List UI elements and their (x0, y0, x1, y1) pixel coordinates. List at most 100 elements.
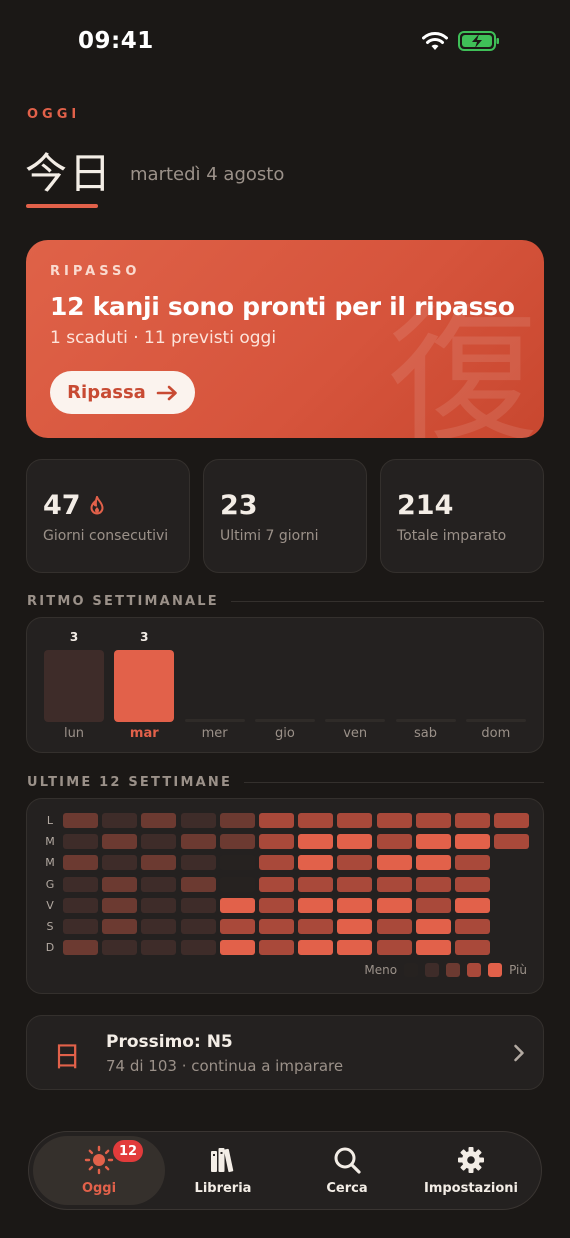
heatmap-cell (180, 813, 216, 828)
heatmap-card: Meno Più LMMGVSD (26, 798, 544, 994)
tab-label: Impostazioni (423, 1181, 518, 1196)
week-day-bar (395, 719, 456, 722)
stat-value: 214 (397, 490, 453, 521)
stat-label: Ultimi 7 giorni (220, 528, 319, 544)
heatmap-row-label: G (45, 877, 55, 891)
date-label: martedì 4 agosto (130, 164, 285, 185)
tab-label: Cerca (326, 1181, 368, 1196)
heatmap-cell (102, 919, 138, 934)
notification-badge: 12 (113, 1140, 144, 1162)
heatmap-cell (102, 855, 138, 871)
heatmap-cell (259, 897, 294, 913)
week-day-bar (114, 650, 175, 722)
heatmap-section-title: ULTIME 12 SETTIMANE (27, 775, 233, 790)
heatmap-cell (63, 813, 98, 828)
heatmap-cell (455, 940, 490, 956)
section-divider (230, 601, 544, 602)
heatmap-cell (102, 834, 138, 850)
review-button[interactable]: Ripassa (50, 371, 195, 414)
week-day-label: lun (63, 726, 85, 741)
week-day-label: mar (129, 726, 159, 741)
heatmap-cell (415, 940, 451, 956)
heatmap-cell (376, 834, 412, 850)
legend-swatch-4 (488, 963, 503, 977)
heatmap-cell (180, 940, 216, 956)
heatmap-cell (259, 834, 294, 850)
heatmap-cell (259, 855, 294, 871)
next-level-card[interactable]: 日 Prossimo: N5 74 di 103 · continua a im… (26, 1015, 544, 1090)
heatmap-cell (63, 897, 98, 913)
week-day-2: mer (184, 618, 245, 754)
heatmap-cell (415, 855, 451, 871)
week-day-label: sab (414, 726, 437, 741)
heatmap-cell (219, 897, 255, 913)
weekly-section-header: RITMO SETTIMANALE (27, 594, 544, 609)
stat-label: Giorni consecutivi (43, 528, 169, 544)
page-eyebrow: OGGI (27, 107, 81, 122)
heatmap-cell (415, 834, 451, 850)
tab-bar: Oggi 12 Libreria Cerca Impostazioni (28, 1131, 542, 1210)
review-button-label: Ripassa (67, 382, 146, 403)
legend-swatch-0 (404, 963, 419, 977)
tab-libreria[interactable]: Libreria (157, 1136, 289, 1205)
heatmap-row-label: D (45, 941, 55, 955)
week-day-4: ven (325, 618, 386, 754)
status-icons (422, 30, 500, 52)
heatmap-section-header: ULTIME 12 SETTIMANE (27, 775, 544, 790)
heatmap-cell (180, 897, 216, 913)
search-icon (334, 1147, 361, 1174)
heatmap-cell (180, 834, 216, 850)
week-day-3: gio (254, 618, 315, 754)
heatmap-cell (376, 876, 412, 892)
tab-label: Libreria (194, 1181, 252, 1196)
stat-card-streak: 47 Giorni consecutivi (26, 459, 190, 573)
tab-oggi[interactable]: Oggi 12 (33, 1136, 165, 1205)
heatmap-cell (259, 813, 294, 828)
legend-swatch-2 (446, 963, 461, 977)
heatmap-cell (219, 876, 255, 892)
stat-number: 47 (43, 490, 81, 521)
heatmap-row-label: V (46, 898, 54, 912)
review-title: 12 kanji sono pronti per il ripasso (50, 292, 515, 321)
heatmap-cell (455, 876, 490, 892)
heatmap-cell (219, 855, 255, 871)
tab-cerca[interactable]: Cerca (281, 1136, 413, 1205)
week-day-5: sab (395, 618, 456, 754)
heatmap-cell (259, 876, 294, 892)
legend-less-label: Meno (364, 963, 398, 977)
heatmap-cell (180, 855, 216, 871)
heatmap-cell (415, 897, 451, 913)
review-watermark-kanji: 復 (387, 290, 538, 438)
heatmap-cell (455, 897, 490, 913)
week-day-1: 3 mar (114, 618, 175, 754)
heatmap-cell (337, 940, 373, 956)
heatmap-cell (337, 876, 373, 892)
heatmap-cell (141, 940, 177, 956)
heatmap-row-label: S (46, 920, 54, 933)
heatmap-cell (337, 919, 373, 934)
books-icon (211, 1148, 234, 1173)
heatmap-row-label: M (45, 856, 55, 870)
tab-impostazioni[interactable]: Impostazioni (405, 1136, 537, 1205)
week-day-label: mer (201, 726, 228, 741)
heatmap-cell (141, 876, 177, 892)
heatmap-cell (337, 897, 373, 913)
heatmap-cell (415, 813, 451, 828)
heatmap-cell (376, 919, 412, 934)
week-day-count: 3 (140, 630, 149, 644)
week-day-bar (254, 719, 315, 722)
heatmap-row-label: M (45, 835, 55, 849)
week-day-bar (184, 719, 245, 722)
heatmap-cell (298, 834, 334, 850)
heatmap-cell (219, 919, 255, 934)
heatmap-cell (455, 813, 490, 828)
legend-more-label: Più (509, 963, 527, 977)
heatmap-cell (376, 813, 412, 828)
legend-swatch-1 (425, 963, 440, 977)
heatmap-cell (63, 855, 98, 871)
gear-icon (458, 1147, 484, 1173)
heatmap-cell (376, 940, 412, 956)
heatmap-cell (63, 876, 98, 892)
stat-card-week: 23 Ultimi 7 giorni (203, 459, 367, 573)
heatmap-cell (298, 813, 334, 828)
